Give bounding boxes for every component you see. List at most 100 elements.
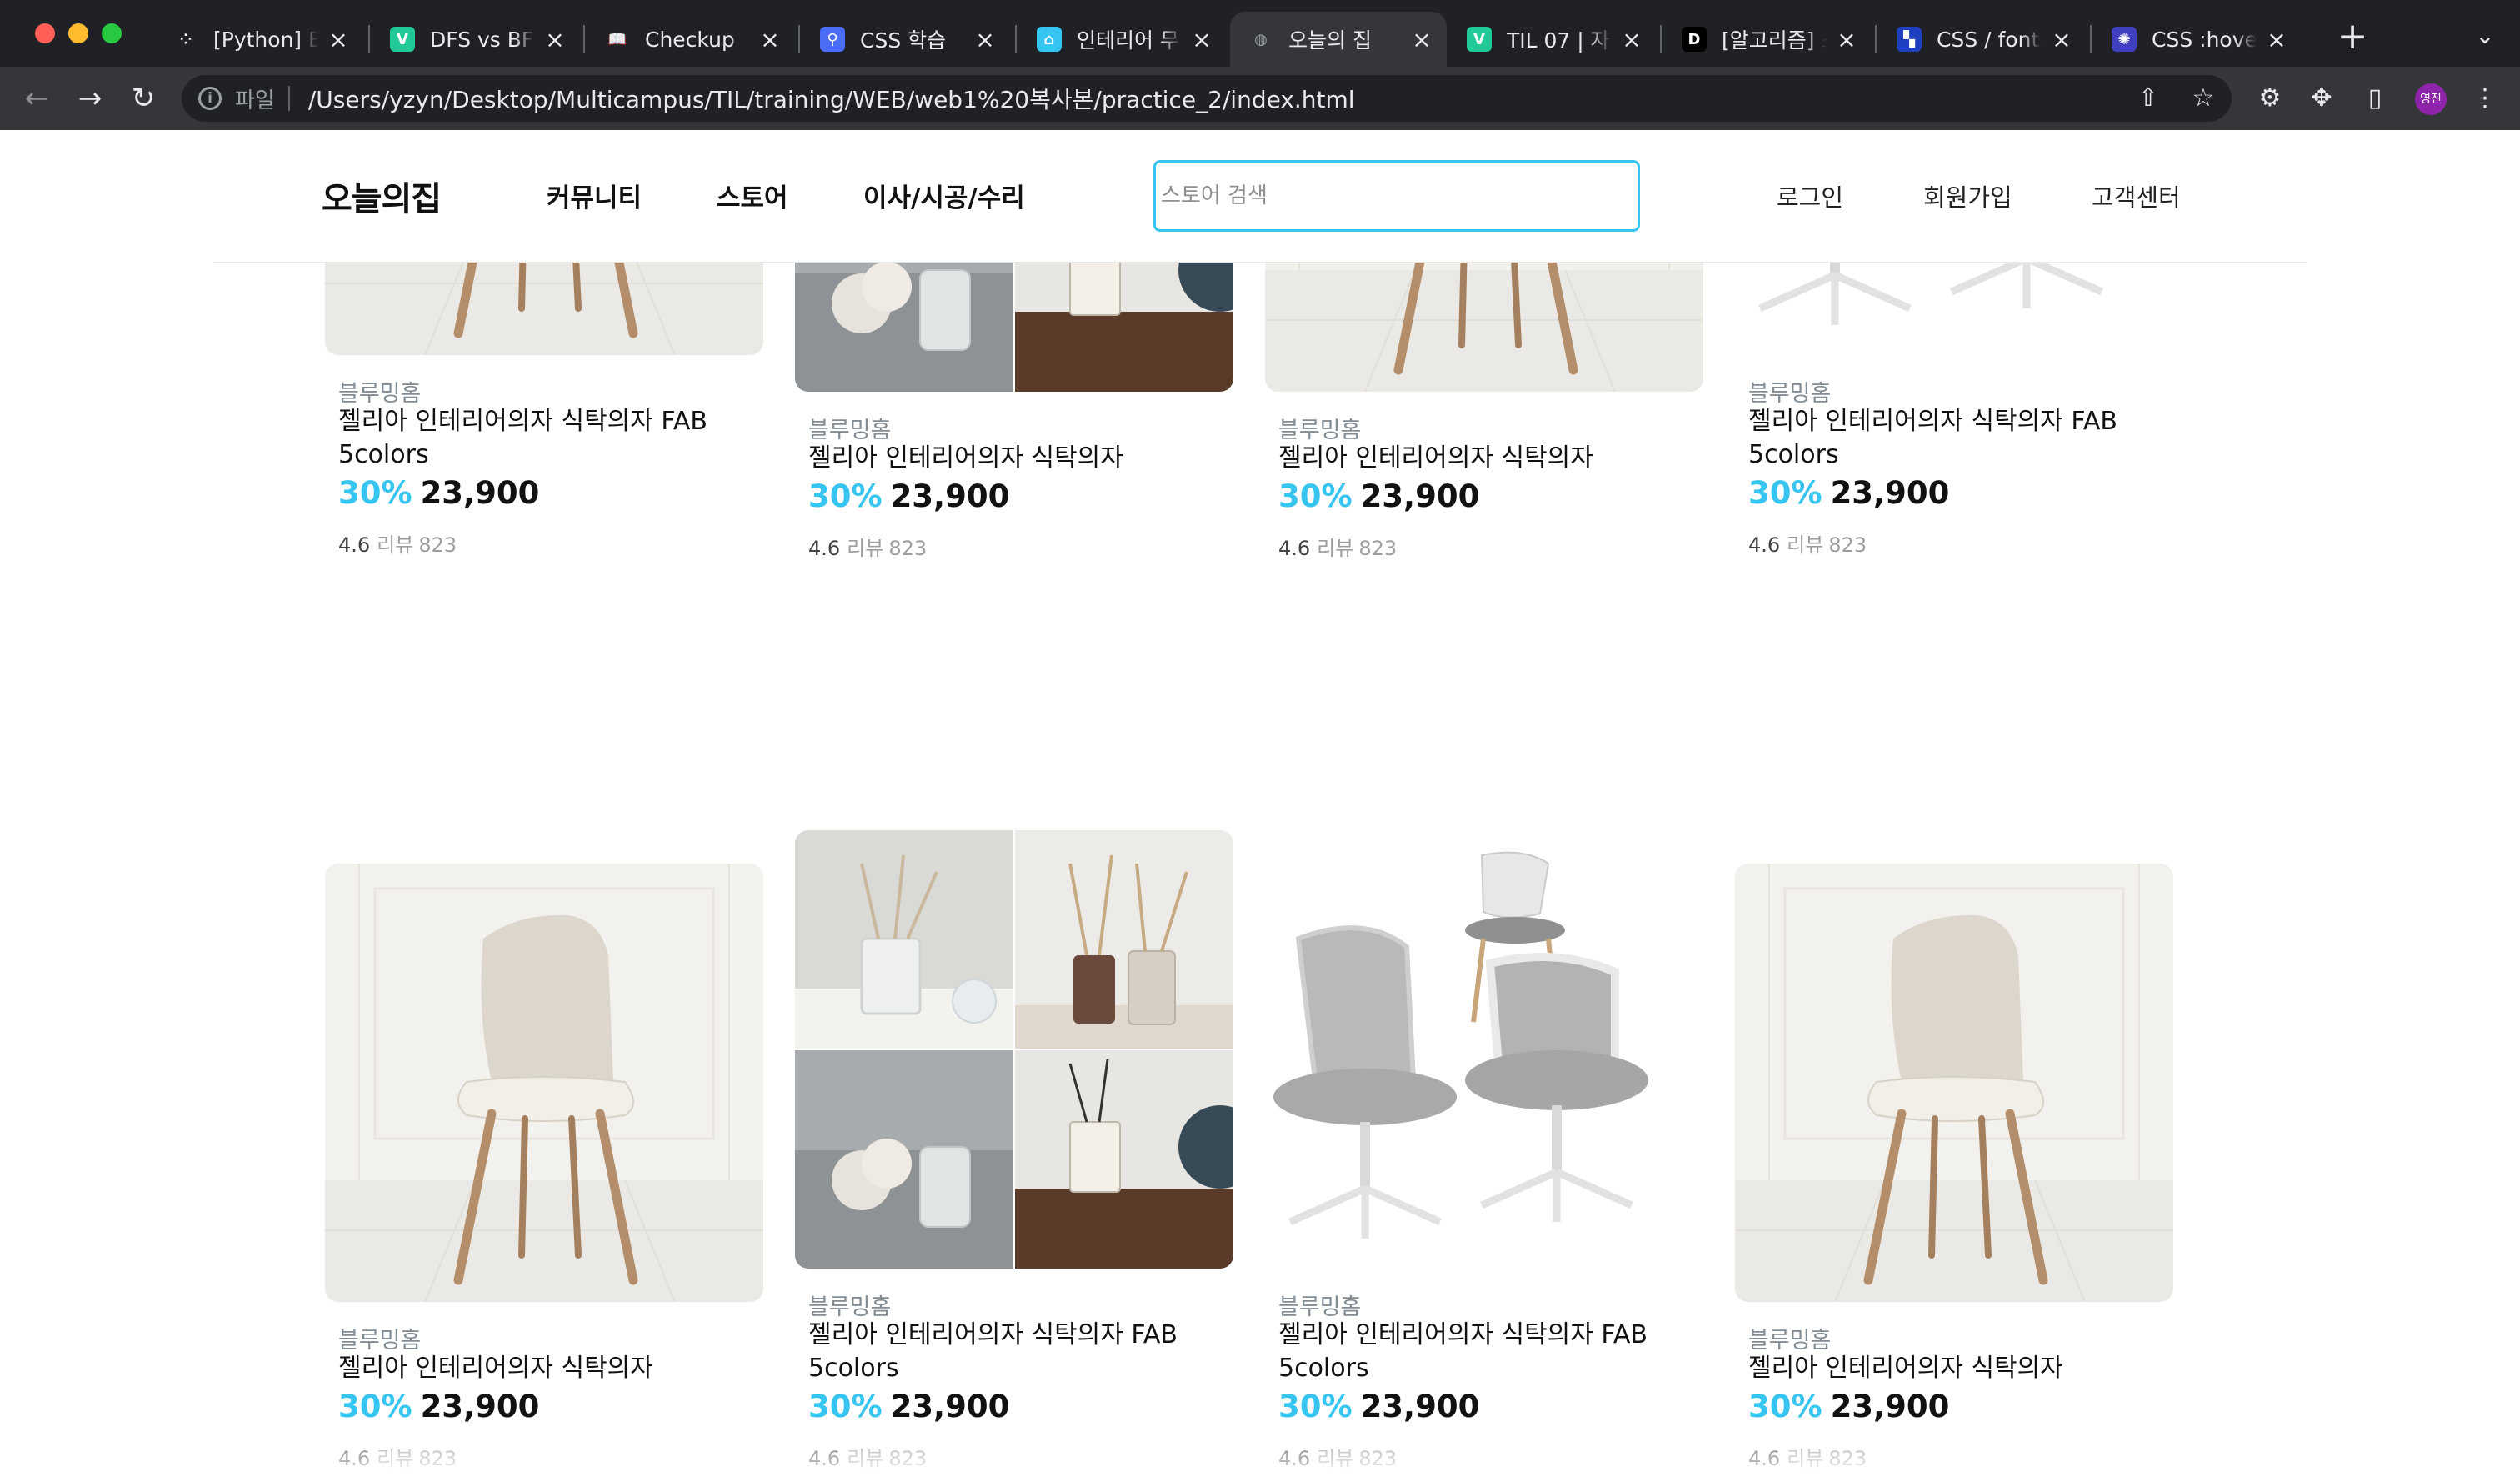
nav-community[interactable]: 커뮤니티: [547, 177, 642, 214]
nav-store[interactable]: 스토어: [717, 177, 788, 214]
close-tab-icon[interactable]: ×: [1410, 26, 1433, 53]
site-header: 오늘의집 커뮤니티 스토어 이사/시공/수리 로그인 회원가입 고객센터: [0, 130, 2520, 262]
browser-tab-title: CSS :hover: [2152, 27, 2257, 52]
close-tab-icon[interactable]: ×: [543, 26, 567, 53]
address-bar[interactable]: i 파일 /Users/yzyn/Desktop/Multicampus/TIL…: [182, 75, 2232, 122]
new-tab-button[interactable]: +: [2333, 18, 2372, 57]
browser-tab-title: DFS vs BFS: [430, 27, 535, 52]
book-favicon-icon: 📖: [608, 30, 628, 48]
beige-chair-image[interactable]: [1735, 864, 2173, 1302]
close-tab-icon[interactable]: ×: [2050, 26, 2073, 53]
close-tab-icon[interactable]: ×: [973, 26, 997, 53]
office-chairs-image[interactable]: [1265, 830, 1703, 1269]
product-name[interactable]: 젤리아 인테리어의자 식탁의자: [338, 1352, 755, 1385]
review-meta: 4.6 리뷰 823: [1748, 1442, 1867, 1471]
extensions-puzzle-icon[interactable]: ✥: [2307, 83, 2337, 113]
close-tab-icon[interactable]: ×: [1835, 26, 1858, 53]
browser-tab-title: CSS 학습: [860, 28, 947, 53]
discount-rate: 30%: [808, 478, 882, 514]
side-panel-icon[interactable]: ▯: [2360, 83, 2390, 113]
signup-link[interactable]: 회원가입: [1923, 178, 2012, 213]
browser-tab[interactable]: ⚲ CSS 학습 ×: [802, 12, 1010, 67]
velog-favicon-icon: V: [1467, 27, 1492, 52]
close-tab-icon[interactable]: ×: [327, 26, 350, 53]
browser-tab[interactable]: D [알고리즘] 소 ×: [1663, 12, 1872, 67]
velog-favicon-icon: V: [390, 27, 415, 52]
review-meta: 4.6 리뷰 823: [808, 532, 927, 561]
browser-tab[interactable]: ▚ CSS / font-w ×: [1878, 12, 2087, 67]
product-price-line: 30% 23,900: [808, 478, 1009, 514]
reload-icon[interactable]: ↻: [127, 82, 160, 115]
product-name[interactable]: 젤리아 인테리어의자 식탁의자 FAB 5colors: [338, 405, 755, 472]
close-tab-icon[interactable]: ×: [1190, 26, 1213, 53]
beige-chair-image[interactable]: [325, 864, 763, 1302]
review-label: 리뷰: [847, 1447, 884, 1470]
rating-score: 4.6: [808, 537, 841, 560]
product-price: 23,900: [1830, 475, 1950, 511]
bookmark-star-icon[interactable]: ☆: [2188, 83, 2218, 113]
address-scheme-label: 파일: [235, 88, 275, 113]
browser-menu-icon[interactable]: ⋮: [2470, 83, 2500, 113]
browser-tab-title: [알고리즘] 소: [1722, 28, 1827, 53]
tab-separator: [2090, 25, 2092, 53]
review-count: 823: [1828, 1447, 1868, 1470]
product-price: 23,900: [890, 478, 1010, 514]
product-brand: 블루밍홈: [808, 1294, 892, 1320]
product-brand: 블루밍홈: [1748, 381, 1832, 407]
forward-arrow-icon[interactable]: →: [73, 82, 107, 115]
close-tab-icon[interactable]: ×: [758, 26, 782, 53]
site-logo[interactable]: 오늘의집: [322, 172, 442, 220]
browser-tab[interactable]: V DFS vs BFS ×: [372, 12, 580, 67]
product-name[interactable]: 젤리아 인테리어의자 식탁의자 FAB 5colors: [1748, 405, 2165, 472]
profile-avatar[interactable]: 영진: [2415, 83, 2447, 115]
address-url[interactable]: /Users/yzyn/Desktop/Multicampus/TIL/trai…: [308, 82, 1355, 115]
product-name[interactable]: 젤리아 인테리어의자 식탁의자: [808, 442, 1225, 475]
tab-separator: [583, 25, 585, 53]
product-brand: 블루밍홈: [1748, 1328, 1832, 1354]
product-name[interactable]: 젤리아 인테리어의자 식탁의자 FAB 5colors: [808, 1319, 1225, 1385]
product-brand: 블루밍홈: [1278, 1294, 1362, 1320]
product-price: 23,900: [1830, 1389, 1950, 1424]
product-price: 23,900: [1360, 478, 1480, 514]
customer-center-link[interactable]: 고객센터: [2092, 178, 2181, 213]
browser-tab[interactable]: ✺ CSS :hover ×: [2093, 12, 2302, 67]
product-name[interactable]: 젤리아 인테리어의자 식탁의자 FAB 5colors: [1278, 1319, 1695, 1385]
browser-tab-title: TIL 07 | 자기: [1507, 28, 1612, 53]
product-price-line: 30% 23,900: [808, 1389, 1009, 1424]
product-price-line: 30% 23,900: [1278, 478, 1479, 514]
tab-search-chevron-icon[interactable]: ⌄: [2467, 22, 2503, 55]
review-label: 리뷰: [377, 533, 414, 557]
rating-score: 4.6: [338, 1447, 371, 1470]
product-name[interactable]: 젤리아 인테리어의자 식탁의자: [1748, 1352, 2165, 1385]
product-brand: 블루밍홈: [1278, 418, 1362, 443]
zoom-window-button[interactable]: [102, 23, 122, 43]
review-meta: 4.6 리뷰 823: [338, 528, 457, 558]
close-window-button[interactable]: [35, 23, 55, 43]
rating-score: 4.6: [1278, 1447, 1311, 1470]
info-icon[interactable]: i: [198, 87, 222, 110]
extension-settings-icon[interactable]: ⚙: [2255, 83, 2285, 113]
browser-tab[interactable]: V TIL 07 | 자기 ×: [1448, 12, 1657, 67]
browser-tab[interactable]: 📖 Checkup ×: [587, 12, 795, 67]
globe-favicon-icon: ◍: [1254, 30, 1268, 48]
close-tab-icon[interactable]: ×: [1620, 26, 1643, 53]
close-tab-icon[interactable]: ×: [2265, 26, 2288, 53]
browser-tab[interactable]: ⌂ 인테리어 무료 ×: [1018, 12, 1227, 67]
product-price: 23,900: [420, 1389, 540, 1424]
product-name[interactable]: 젤리아 인테리어의자 식탁의자: [1278, 442, 1695, 475]
diffuser-collage-image[interactable]: [795, 830, 1233, 1269]
browser-tab[interactable]: ⁘ [Python] BFS ×: [155, 12, 363, 67]
rating-score: 4.6: [338, 533, 371, 557]
share-icon[interactable]: ⇧: [2133, 83, 2163, 113]
product-brand: 블루밍홈: [808, 418, 892, 443]
login-link[interactable]: 로그인: [1777, 178, 1843, 213]
review-meta: 4.6 리뷰 823: [1278, 1442, 1397, 1471]
nav-moving-construction[interactable]: 이사/시공/수리: [863, 177, 1025, 214]
store-search-input[interactable]: [1153, 160, 1640, 232]
product-price-line: 30% 23,900: [1748, 1389, 1949, 1424]
browser-tab[interactable]: ◍ 오늘의 집 ×: [1230, 12, 1447, 67]
minimize-window-button[interactable]: [68, 23, 88, 43]
back-arrow-icon[interactable]: ←: [20, 82, 53, 115]
discount-rate: 30%: [1278, 1389, 1352, 1424]
dots-favicon-icon: ⁘: [173, 27, 198, 52]
